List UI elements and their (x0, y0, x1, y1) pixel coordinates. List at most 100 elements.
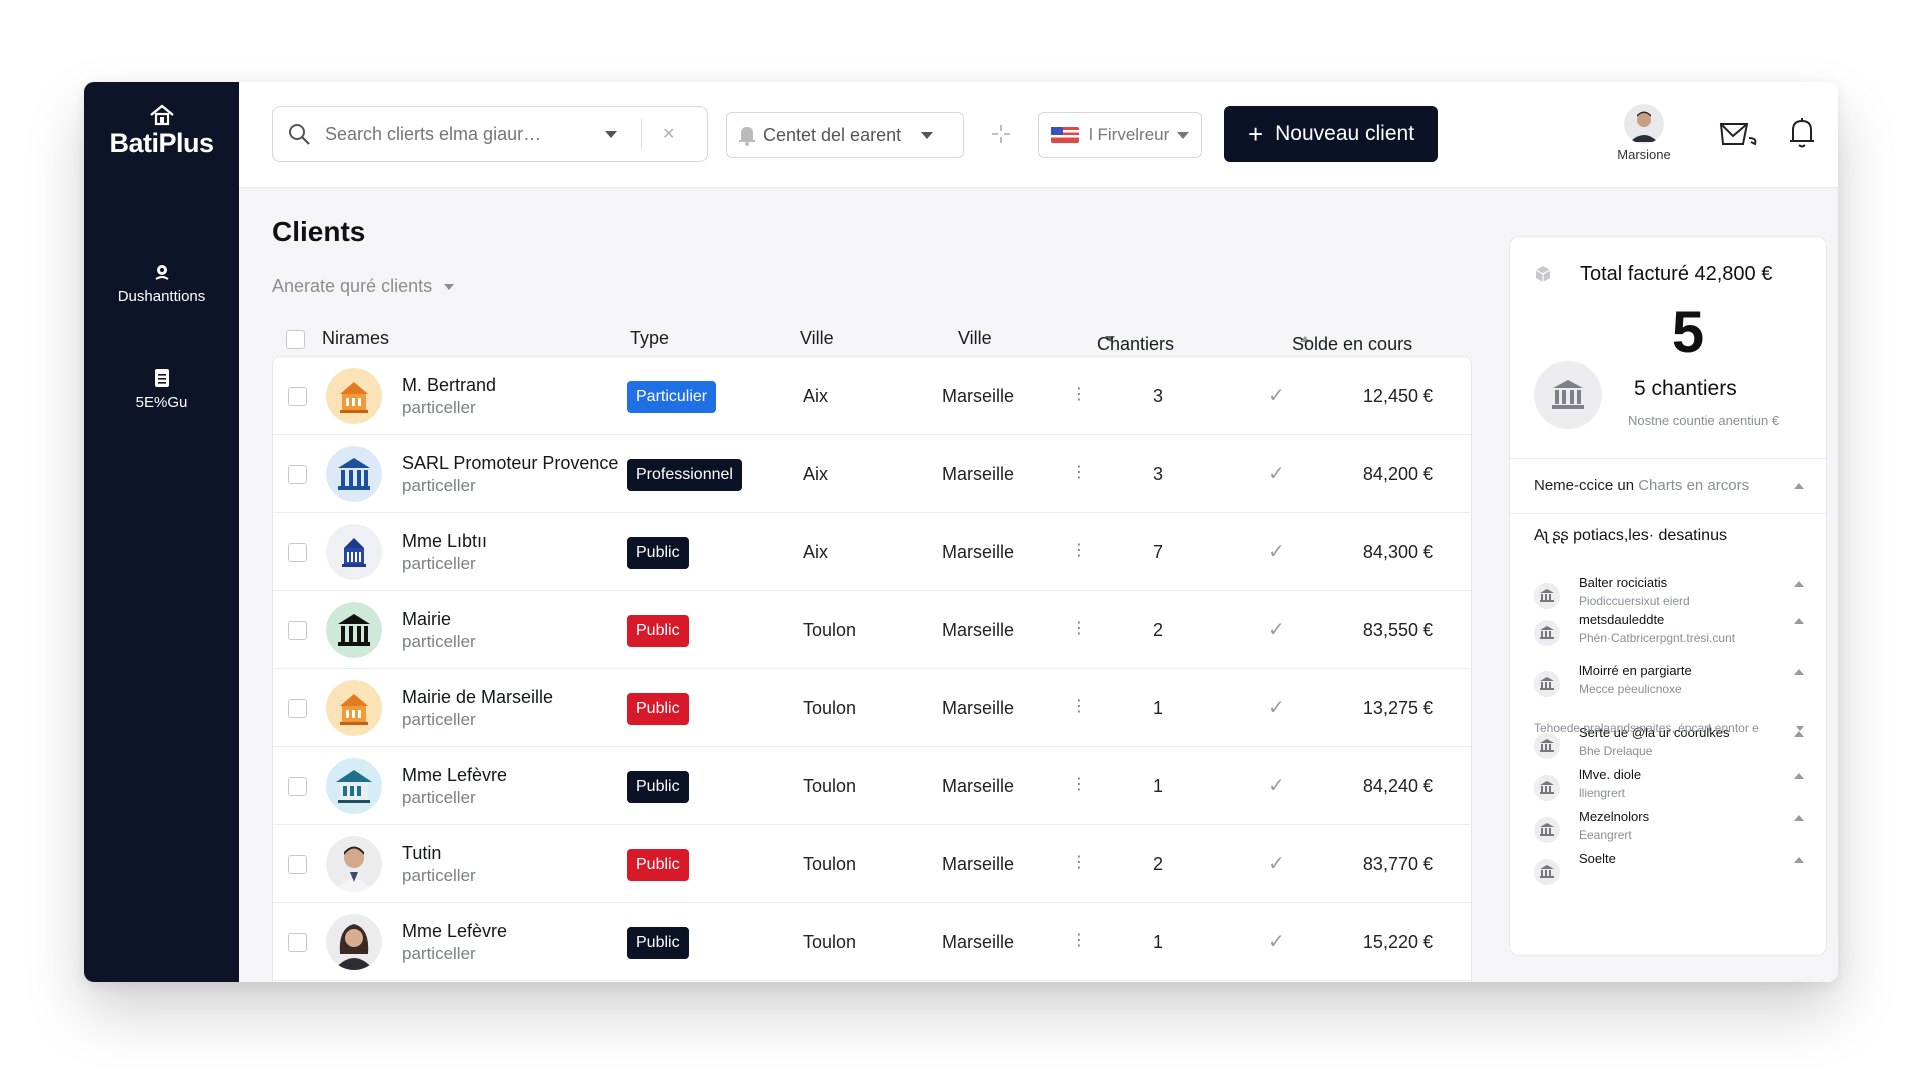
column-city-header[interactable]: Ville (800, 328, 834, 349)
column-name-header[interactable]: Nirames (322, 328, 389, 349)
table-row[interactable]: M. Bertrand particeller Particulier Aix Mars… (273, 357, 1471, 435)
table-row[interactable]: Mairie particeller Public Toulon Marseille ⋮ 2… (273, 591, 1471, 669)
row-checkbox[interactable] (288, 777, 307, 796)
client-city: Aix (803, 464, 829, 484)
client-name[interactable]: Mme Lefèvre (402, 921, 507, 942)
charts-section-muted: Charts en arcors (1638, 477, 1750, 494)
project-item[interactable]: lMoirré en pargiarte Mecce pėeulicnoxe (1534, 663, 1804, 703)
chevron-down-icon (444, 283, 455, 290)
row-checkbox[interactable] (288, 933, 307, 952)
favorite-filter-dropdown[interactable]: l Firvelreur (1038, 112, 1202, 158)
row-checkbox[interactable] (288, 387, 307, 406)
more-dots-icon[interactable]: ⋮ (1071, 618, 1087, 638)
more-dots-icon[interactable]: ⋮ (1071, 930, 1087, 950)
sidebar-item-dashboard[interactable]: Dushanttions (84, 262, 239, 305)
client-subtitle: particeller (402, 554, 476, 573)
divider (641, 119, 642, 149)
chevron-up-icon[interactable] (1794, 618, 1804, 624)
chevron-down-icon[interactable] (605, 130, 617, 138)
row-checkbox[interactable] (288, 855, 307, 874)
more-dots-icon[interactable]: ⋮ (1071, 696, 1087, 716)
bell-icon (739, 127, 755, 146)
row-checkbox[interactable] (288, 621, 307, 640)
notification-bell-icon[interactable] (1787, 116, 1817, 150)
more-dots-icon[interactable]: ⋮ (1071, 540, 1087, 560)
client-name[interactable]: Mme Lıbtıı (402, 531, 487, 552)
client-name[interactable]: Tutin (402, 843, 441, 864)
client-avatar (326, 368, 382, 424)
chevron-down-icon (1177, 131, 1190, 139)
bank-icon (1534, 817, 1560, 843)
sidebar-item-documents[interactable]: 5E%Gu (84, 368, 239, 411)
chevron-up-icon[interactable] (1794, 815, 1804, 821)
table-row[interactable]: Mairie de Marseille particeller Public Toul… (273, 669, 1471, 747)
context-filter-dropdown[interactable]: Centet del earent (726, 112, 964, 158)
checkmark-icon: ✓ (1268, 541, 1285, 563)
chevron-up-icon[interactable] (1794, 581, 1804, 587)
app-window: BatiPlus Dushanttions 5E%Gu Search clier… (84, 82, 1838, 982)
clear-icon[interactable]: ✕ (662, 124, 675, 144)
type-badge: Public (627, 927, 689, 959)
chevron-up-icon[interactable] (1794, 857, 1804, 863)
sidebar-item-label: Dushanttions (117, 288, 206, 305)
sites-count: 1 (1152, 932, 1163, 952)
checkmark-icon: ✓ (1268, 931, 1285, 953)
row-checkbox[interactable] (288, 543, 307, 562)
brand-logo[interactable]: BatiPlus (84, 104, 239, 159)
topbar: ✕ Centet del earent (239, 82, 1838, 188)
crosshair-icon[interactable] (989, 122, 1013, 146)
context-filter-label: Centet del earent (763, 124, 902, 145)
project-subtitle: lliengrert (1579, 786, 1626, 800)
column-sites-header[interactable]: Chantiers (1097, 328, 1174, 354)
client-subtitle: particeller (402, 398, 476, 417)
checkmark-icon: ✓ (1268, 619, 1285, 641)
new-client-button[interactable]: + Nouveau client (1224, 106, 1438, 162)
main-area: ✕ Centet del earent (239, 82, 1838, 982)
client-name[interactable]: Mairie (402, 609, 451, 630)
projects-note[interactable]: Tehoede pralaandsınaites, épcart enntor … (1534, 721, 1804, 735)
table-row[interactable]: Mme Lefèvre particeller Public Toulon Marsei… (273, 903, 1471, 981)
user-menu[interactable]: Marsione (1604, 104, 1684, 164)
client-name[interactable]: Mairie de Marseille (402, 687, 553, 708)
search-box[interactable]: ✕ (272, 106, 708, 162)
sites-note: Nostne countie anentiun € (1628, 413, 1780, 428)
client-city: Toulon (803, 698, 857, 718)
column-balance-header[interactable]: Solde en cours (1292, 328, 1412, 354)
checkmark-icon: ✓ (1268, 463, 1285, 485)
table-row[interactable]: Tutin particeller Public Toulon Marseille ⋮ 2 ✓… (273, 825, 1471, 903)
select-all-checkbox[interactable] (286, 330, 305, 349)
client-name[interactable]: M. Bertrand (402, 375, 496, 396)
client-name[interactable]: SARL Promoteur Provence (402, 453, 618, 474)
balance-amount: 83,770 € (1362, 854, 1433, 874)
client-subtitle: particeller (402, 632, 476, 651)
building-badge (1534, 361, 1602, 429)
more-dots-icon[interactable]: ⋮ (1071, 852, 1087, 872)
client-filter-dropdown[interactable]: Anerate quré clients (272, 276, 455, 297)
project-item[interactable]: lMve. diole lliengrert (1534, 767, 1804, 807)
more-dots-icon[interactable]: ⋮ (1071, 384, 1087, 404)
table-row[interactable]: Mme Lefèvre particeller Public Toulon Marsei… (273, 747, 1471, 825)
project-subtitle: Phén·Catbricerpgnt.trėsi.cunt (1579, 631, 1736, 645)
column-type-header[interactable]: Type (630, 328, 669, 349)
messages-icon[interactable] (1717, 120, 1761, 150)
balance-amount: 13,275 € (1362, 698, 1433, 718)
more-dots-icon[interactable]: ⋮ (1071, 774, 1087, 794)
project-item[interactable]: Mezelnolors Eeangrert (1534, 809, 1804, 849)
client-name[interactable]: Mme Lefèvre (402, 765, 507, 786)
charts-section-toggle[interactable]: Neme-ccice un Charts en arcors (1534, 477, 1804, 494)
chevron-up-icon[interactable] (1794, 669, 1804, 675)
row-checkbox[interactable] (288, 699, 307, 718)
row-checkbox[interactable] (288, 465, 307, 484)
project-item[interactable]: Soelte (1534, 851, 1804, 891)
table-header: Nirames Type Ville Ville Chantiers Solde… (272, 322, 1472, 356)
table-row[interactable]: Mme Lıbtıı particeller Public Aix Marseille ⋮… (273, 513, 1471, 591)
table-row[interactable]: SARL Promoteur Provence particeller Profes… (273, 435, 1471, 513)
column-city2-header[interactable]: Ville (958, 328, 992, 349)
client-city: Toulon (803, 776, 857, 796)
project-item[interactable]: metsdauleddte Phén·Catbricerpgnt.trėsi.cu… (1534, 612, 1804, 652)
chevron-up-icon[interactable] (1794, 773, 1804, 779)
search-input[interactable] (325, 123, 595, 145)
more-dots-icon[interactable]: ⋮ (1071, 462, 1087, 482)
project-item[interactable]: Balter rociciatis Piodiccuersixut eierd (1534, 575, 1804, 615)
brand-name: BatiPlus (109, 128, 214, 158)
